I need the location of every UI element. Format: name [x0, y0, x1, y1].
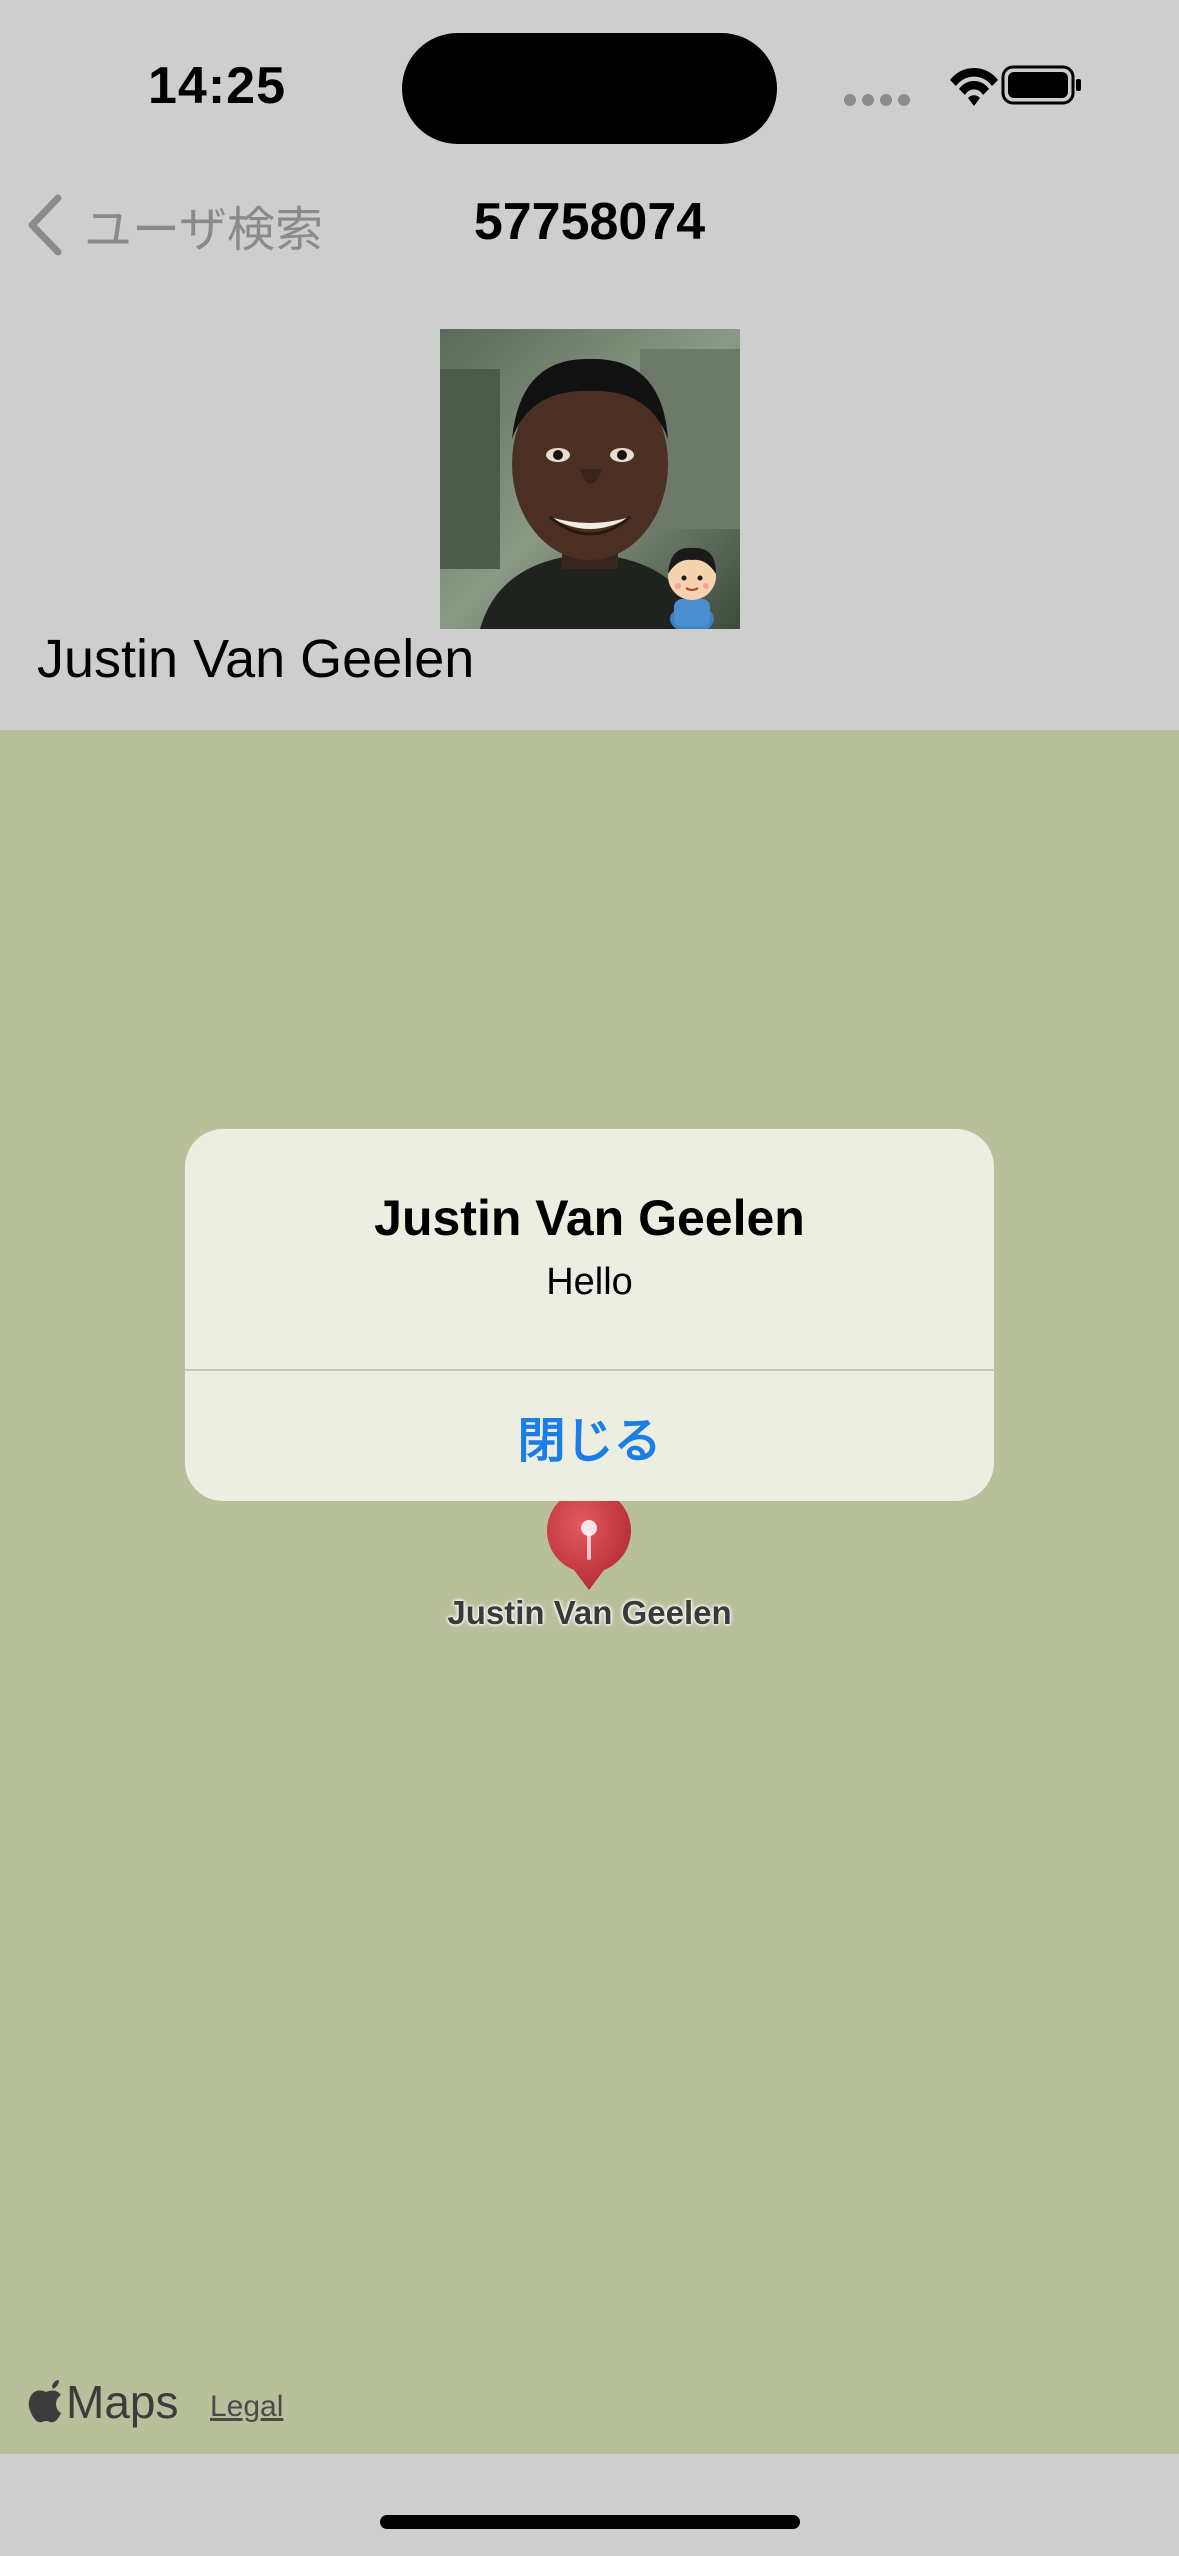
map-pin-label: Justin Van Geelen: [447, 1594, 732, 1631]
avatar: [440, 329, 740, 629]
alert-message: Hello: [546, 1261, 633, 1303]
alert-title: Justin Van Geelen: [374, 1190, 805, 1246]
cellular-signal-icon: [844, 94, 910, 106]
legal-link[interactable]: Legal: [210, 2390, 283, 2424]
maps-label: Maps: [66, 2376, 179, 2428]
status-icons: [842, 62, 1082, 112]
battery-icon: [1001, 65, 1081, 105]
maps-attribution: Maps: [28, 2375, 178, 2429]
page-title: 57758074: [473, 193, 706, 251]
home-indicator[interactable]: [380, 2515, 800, 2529]
profile-name: Justin Van Geelen: [37, 629, 475, 689]
wifi-icon: [950, 68, 998, 106]
status-time: 14:25: [148, 57, 286, 115]
close-button[interactable]: 閉じる: [185, 1371, 994, 1501]
map-pin-icon[interactable]: [544, 1498, 634, 1598]
boy-sticker-icon: [668, 547, 716, 629]
apple-logo-icon: [28, 2380, 61, 2423]
dynamic-island: [402, 33, 777, 144]
alert-dialog: Justin Van Geelen Hello 閉じる: [185, 1129, 994, 1501]
